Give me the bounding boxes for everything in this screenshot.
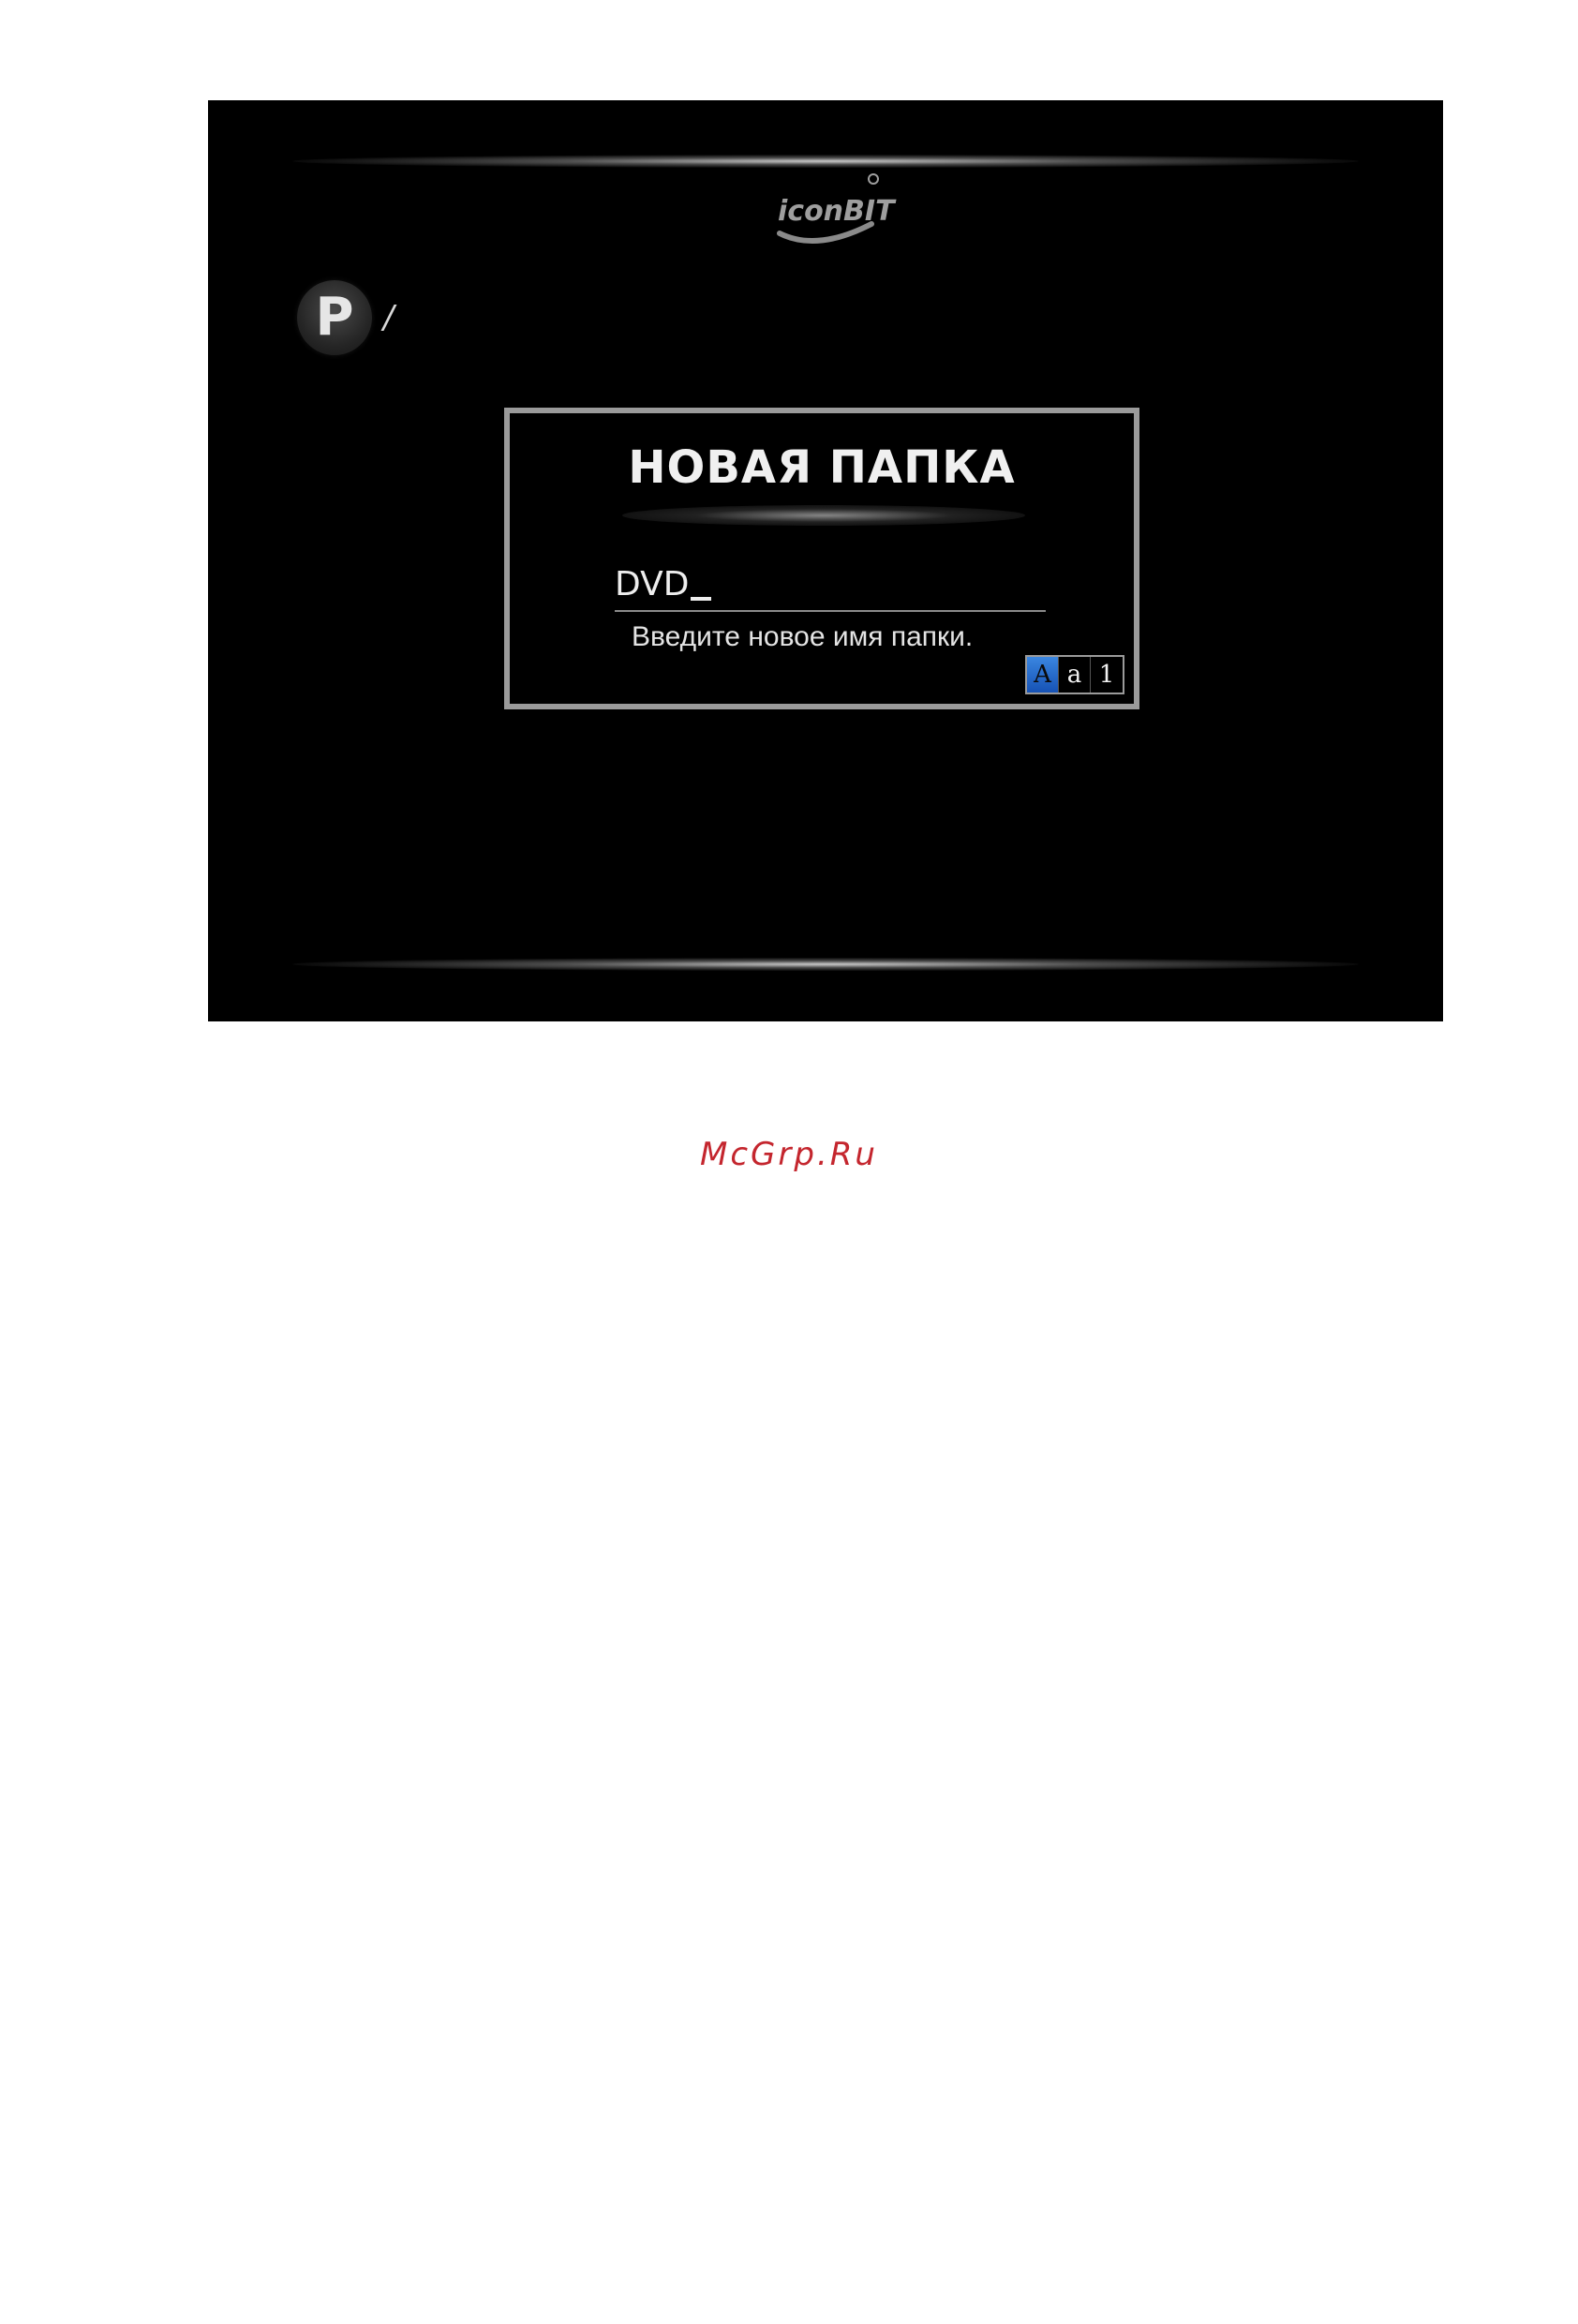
breadcrumb: P /: [297, 280, 394, 355]
mode-numeric[interactable]: 1: [1091, 657, 1123, 693]
tv-screen: iconBIT P / НОВАЯ ПАПКА DVD Введите ново…: [208, 100, 1443, 1021]
dialog-title: НОВАЯ ПАПКА: [628, 441, 1016, 494]
brand-logo: iconBIT: [777, 173, 897, 244]
brand-logo-text: iconBIT: [778, 195, 897, 228]
watermark: McGrp.Ru: [700, 1136, 878, 1173]
current-path: /: [383, 299, 394, 336]
drive-letter: P: [315, 287, 354, 348]
folder-name-value: DVD: [615, 565, 690, 603]
bottom-glow-divider: [292, 958, 1359, 971]
title-glow-divider: [622, 505, 1025, 526]
input-mode-selector[interactable]: A a 1: [1025, 655, 1124, 694]
text-cursor: [691, 597, 712, 601]
drive-p-icon: P: [297, 280, 372, 355]
new-folder-dialog: НОВАЯ ПАПКА DVD Введите новое имя папки.…: [504, 408, 1139, 709]
folder-name-input[interactable]: DVD: [615, 561, 1046, 612]
mode-uppercase[interactable]: A: [1027, 657, 1059, 693]
input-hint: Введите новое имя папки.: [632, 621, 974, 652]
mode-lowercase[interactable]: a: [1059, 657, 1091, 693]
